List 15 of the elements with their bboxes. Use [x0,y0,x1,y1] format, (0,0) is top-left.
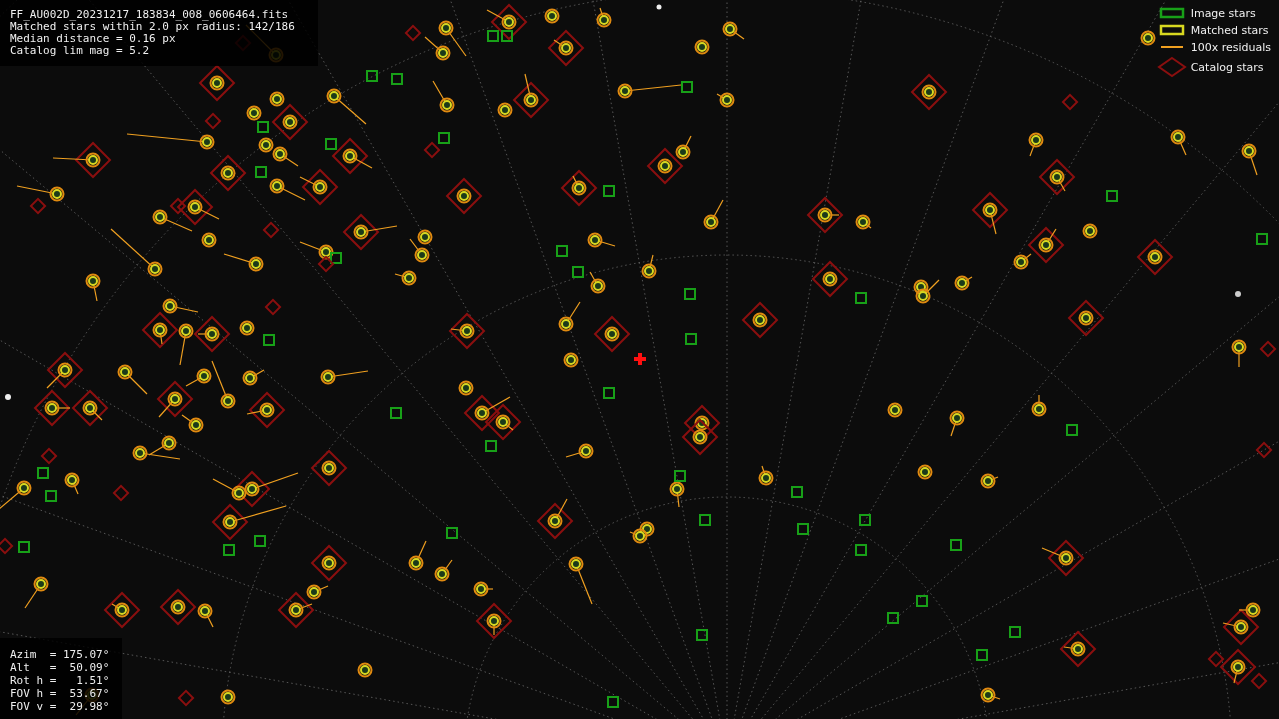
line-legend-icon [1160,46,1183,48]
pointing-line: FOV v = 29.98° [10,700,111,713]
legend-label: 100x residuals [1190,40,1271,54]
info-line: FF_AU002D_20231217_183834_008_0606464.fits [10,9,290,21]
pointing-line: Azim = 175.07° [10,648,111,661]
legend-label: Catalog stars [1190,60,1264,74]
pointing-line: FOV h = 53.67° [10,687,111,700]
pointing-line: Rot h = 1.51° [10,674,111,687]
diamond-legend-icon [1156,56,1187,78]
pointing-line: Alt = 50.09° [10,661,111,674]
info-line: Median distance = 0.16 px [10,33,177,45]
info-line: Catalog lim mag = 5.2 [10,45,151,57]
legend-label: Matched stars [1190,23,1269,37]
info-line: Matched stars within 2.0 px radius: 142/186 [10,21,296,33]
legend-label: Image stars [1190,6,1256,20]
